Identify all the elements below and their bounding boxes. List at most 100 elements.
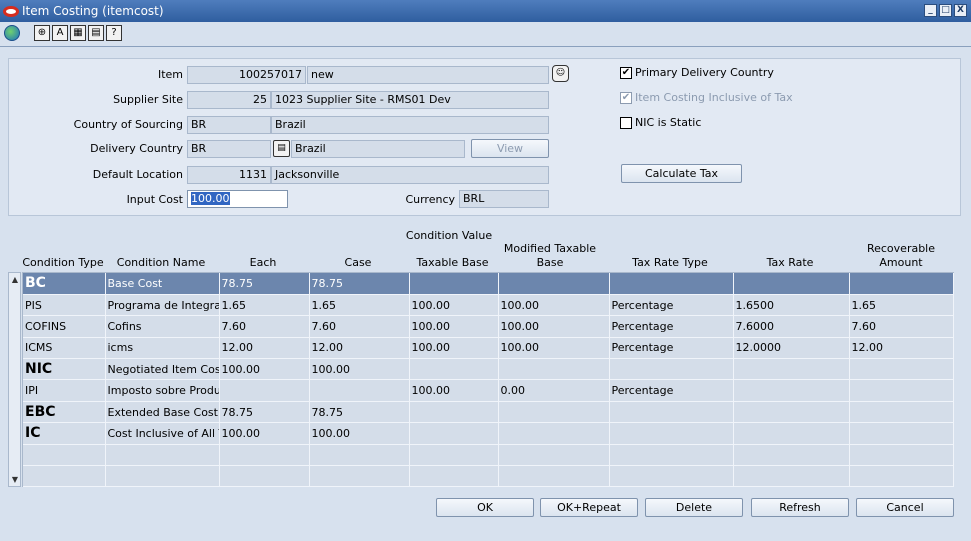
help-icon[interactable]: ⊕ [34,25,50,41]
table-row[interactable]: BC Base Cost 78.75 78.75 [23,273,954,295]
table-cell[interactable]: 100.00 [409,315,499,338]
table-cell[interactable]: NIC [23,358,106,381]
table-cell[interactable]: 100.00 [498,294,610,317]
table-cell[interactable]: 100.00 [409,337,499,360]
table-cell[interactable]: Cofins [105,315,220,338]
table-cell[interactable]: Imposto sobre Produtos [105,379,220,402]
table-row[interactable]: IPIImposto sobre Produtos 100.000.00Perce… [23,379,954,402]
delivery-country-field[interactable]: BR [187,140,271,158]
view-button[interactable]: View [471,139,549,158]
table-cell[interactable]: icms [105,337,220,360]
table-cell[interactable] [733,358,850,381]
table-row[interactable]: ICMS icms 12.00 12.00 100.00 100.00 Percentage… [23,337,954,360]
table-cell[interactable] [409,401,499,424]
default-location-field[interactable]: 1131 [187,166,271,184]
table-cell[interactable]: 1.6500 [733,294,850,317]
table-cell[interactable] [219,444,310,467]
table-cell[interactable]: Percentage [609,337,734,360]
table-cell[interactable] [498,273,610,295]
table-cell[interactable]: ICMS [23,337,106,360]
currency-field[interactable]: BRL [459,190,549,208]
table-cell[interactable] [609,401,734,424]
table-cell[interactable]: PIS [23,294,106,317]
table-cell[interactable] [849,273,954,295]
table-cell[interactable]: 7.60 [219,315,310,338]
table-cell[interactable] [609,465,734,488]
table-cell[interactable] [609,444,734,467]
table-row[interactable] [23,465,954,488]
table-cell[interactable]: EBC [23,401,106,424]
table-cell[interactable]: Base Cost [105,273,220,295]
calculate-tax-button[interactable]: Calculate Tax [621,164,742,183]
table-cell[interactable] [733,273,850,295]
table-cell[interactable]: 100.00 [498,315,610,338]
table-cell[interactable]: Percentage [609,294,734,317]
table-cell[interactable] [409,465,499,488]
table-cell[interactable]: COFINS [23,315,106,338]
country-sourcing-field[interactable]: BR [187,116,271,134]
ok-button[interactable]: OK [436,498,534,517]
table-cell[interactable] [733,401,850,424]
table-cell[interactable] [849,465,954,488]
table-cell[interactable]: Cost Inclusive of All Ta [105,422,220,445]
table-cell[interactable]: 1.65 [309,294,410,317]
table-row[interactable] [23,444,954,467]
table-row[interactable]: COFINS Cofins 7.60 7.60 100.00 100.00 Percenta… [23,315,954,338]
item-field[interactable]: 100257017 [187,66,306,84]
table-cell[interactable] [498,358,610,381]
maximize-button[interactable]: □ [939,4,952,17]
table-cell[interactable]: 7.6000 [733,315,850,338]
table-cell[interactable]: 12.00 [309,337,410,360]
table-cell[interactable]: 100.00 [309,422,410,445]
table-cell[interactable] [409,422,499,445]
table-cell[interactable]: BC [23,273,106,295]
refresh-button[interactable]: Refresh [751,498,849,517]
table-row[interactable]: IC Cost Inclusive of All Ta 100.00 100.00 [23,422,954,445]
table-cell[interactable]: 100.00 [409,379,499,402]
list-of-values-icon[interactable]: ▤ [273,140,290,157]
grid-scrollbar[interactable]: ▲ ▼ [8,272,21,487]
nic-static-checkbox[interactable]: NIC is Static [620,116,701,129]
table-cell[interactable] [309,444,410,467]
table-cell[interactable]: 78.75 [219,273,310,295]
table-cell[interactable] [498,444,610,467]
question-icon[interactable]: ? [106,25,122,41]
table-cell[interactable] [498,401,610,424]
table-cell[interactable] [309,379,410,402]
table-cell[interactable]: 7.60 [309,315,410,338]
table-cell[interactable] [219,379,310,402]
table-cell[interactable] [498,422,610,445]
table-cell[interactable] [23,465,106,488]
table-cell[interactable]: 100.00 [309,358,410,381]
delivery-country-desc-field[interactable]: Brazil [291,140,465,158]
supplier-site-field[interactable]: 25 [187,91,271,109]
cancel-button[interactable]: Cancel [856,498,954,517]
supplier-site-desc-field[interactable]: 1023 Supplier Site - RMS01 Dev [271,91,549,109]
table-cell[interactable] [409,358,499,381]
table-cell[interactable]: Negotiated Item Cost [105,358,220,381]
globe-icon[interactable] [4,25,20,41]
item-costing-inclusive-checkbox[interactable]: ✔ Item Costing Inclusive of Tax [620,91,793,104]
table-cell[interactable] [849,444,954,467]
table-cell[interactable] [409,444,499,467]
table-cell[interactable] [849,379,954,402]
country-sourcing-desc-field[interactable]: Brazil [271,116,549,134]
table-cell[interactable]: Extended Base Cost [105,401,220,424]
table-cell[interactable] [733,379,850,402]
table-cell[interactable]: Percentage [609,315,734,338]
table-cell[interactable]: 0.00 [498,379,610,402]
print-icon[interactable]: ▤ [88,25,104,41]
item-desc-field[interactable]: new [307,66,549,84]
close-button[interactable]: X [954,4,967,17]
table-cell[interactable] [733,465,850,488]
table-cell[interactable]: 1.65 [849,294,954,317]
table-cell[interactable] [849,422,954,445]
table-cell[interactable]: IC [23,422,106,445]
scroll-down-icon[interactable]: ▼ [10,475,20,484]
table-cell[interactable] [219,465,310,488]
spell-icon[interactable]: A [52,25,68,41]
table-cell[interactable] [609,273,734,295]
input-cost-field[interactable]: 100.00 [187,190,288,208]
table-cell[interactable]: Percentage [609,379,734,402]
table-cell[interactable]: 1.65 [219,294,310,317]
